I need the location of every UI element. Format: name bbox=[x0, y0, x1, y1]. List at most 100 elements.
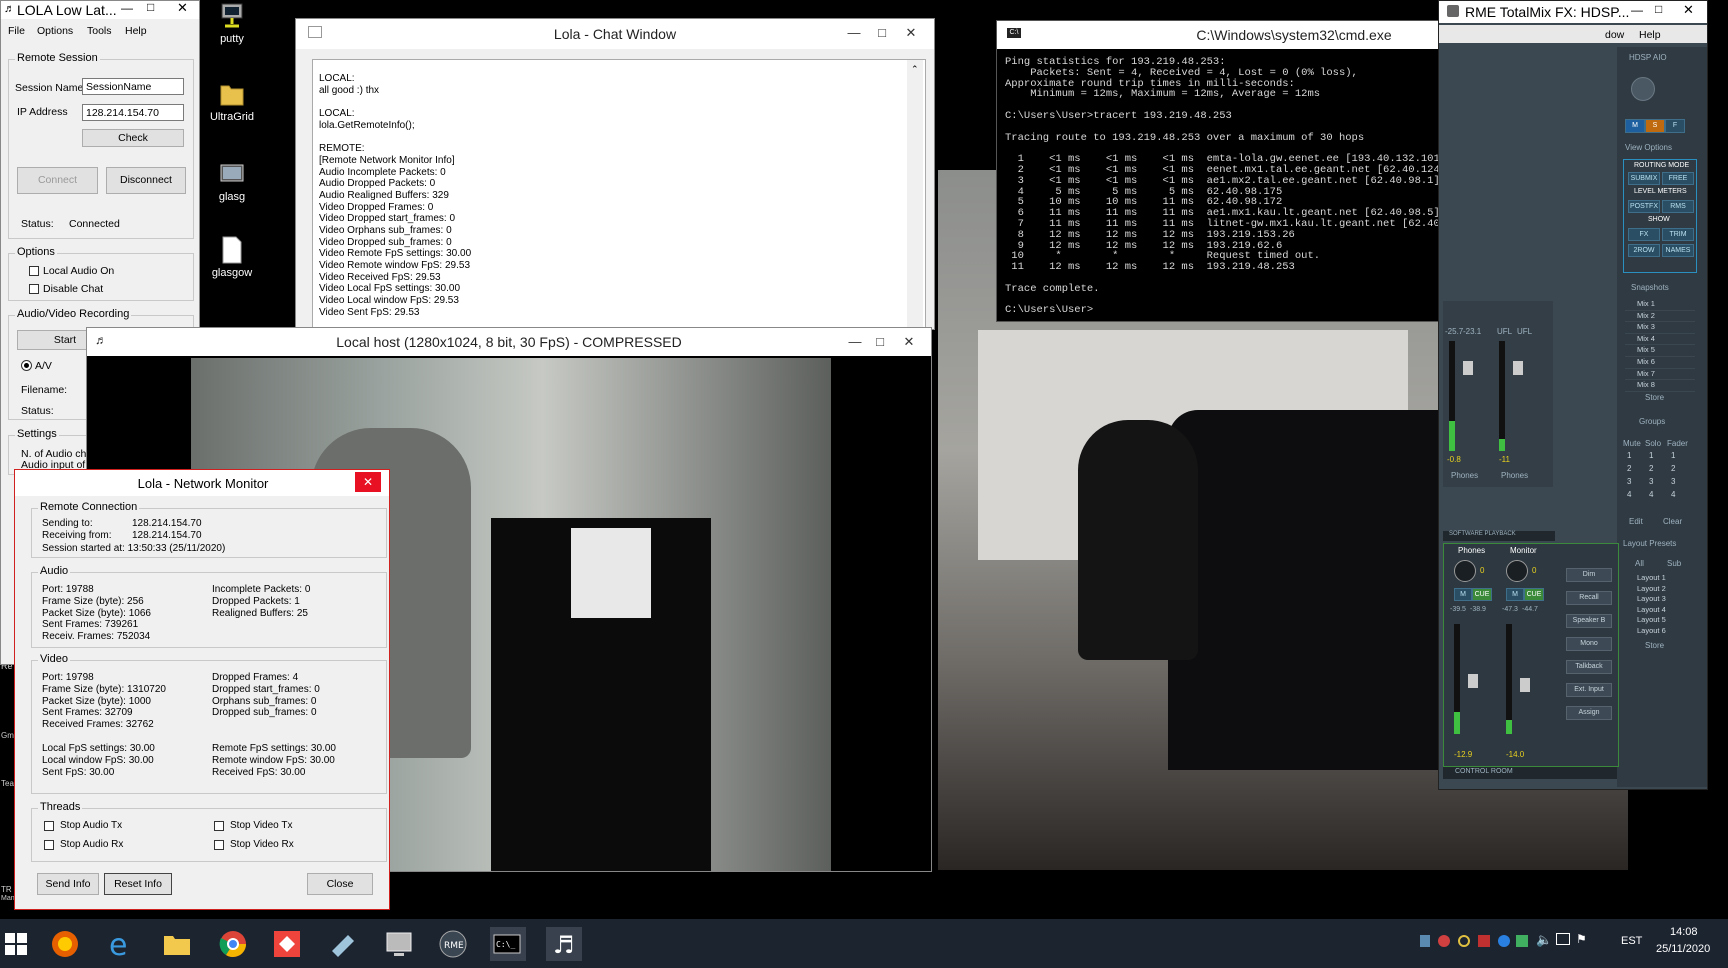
f-button[interactable]: F bbox=[1665, 119, 1685, 133]
group-cell[interactable]: 4 bbox=[1671, 490, 1675, 499]
tray-icon[interactable] bbox=[1458, 935, 1470, 947]
group-cell[interactable]: 2 bbox=[1671, 464, 1675, 473]
rme-app-icon[interactable]: RME bbox=[436, 927, 472, 961]
close-icon[interactable]: ✕ bbox=[895, 332, 923, 352]
names-button[interactable]: NAMES bbox=[1662, 244, 1694, 257]
disable-chat-checkbox[interactable] bbox=[29, 284, 39, 294]
group-cell[interactable]: 4 bbox=[1627, 490, 1631, 499]
group-cell[interactable]: 1 bbox=[1649, 451, 1653, 460]
snapshot-item[interactable]: Mix 2 bbox=[1625, 311, 1695, 323]
stop-audio-tx-checkbox[interactable] bbox=[44, 821, 54, 831]
internet-explorer-icon[interactable]: e bbox=[104, 927, 140, 963]
anydesk-icon[interactable] bbox=[270, 927, 306, 961]
snapshot-item[interactable]: Mix 1 bbox=[1625, 299, 1695, 311]
local-audio-checkbox[interactable] bbox=[29, 266, 39, 276]
network-icon[interactable] bbox=[1556, 933, 1570, 945]
m-button[interactable]: M bbox=[1454, 588, 1472, 601]
desktop-icon-ultragrid[interactable]: UltraGrid bbox=[207, 80, 257, 123]
snapshot-item[interactable]: Mix 3 bbox=[1625, 322, 1695, 334]
menu-file[interactable]: File bbox=[8, 25, 25, 37]
minimize-icon[interactable]: — bbox=[1631, 3, 1643, 17]
trim-button[interactable]: TRIM bbox=[1662, 228, 1694, 241]
rms-button[interactable]: RMS bbox=[1662, 200, 1694, 213]
channel-fader[interactable] bbox=[1513, 361, 1523, 375]
group-cell[interactable]: 1 bbox=[1627, 451, 1631, 460]
menu-help[interactable]: Help bbox=[1639, 29, 1661, 41]
s-button[interactable]: S bbox=[1645, 119, 1665, 133]
disconnect-button[interactable]: Disconnect bbox=[106, 167, 186, 194]
control-room-button[interactable]: Talkback bbox=[1566, 660, 1612, 674]
monitor-knob-icon[interactable] bbox=[1506, 560, 1528, 582]
stop-video-tx-checkbox[interactable] bbox=[214, 821, 224, 831]
fx-button[interactable]: FX bbox=[1628, 228, 1660, 241]
minimize-icon[interactable]: — bbox=[840, 23, 868, 43]
ip-address-input[interactable]: 128.214.154.70 bbox=[82, 104, 184, 121]
group-cell[interactable]: 3 bbox=[1671, 477, 1675, 486]
maximize-icon[interactable]: □ bbox=[868, 23, 896, 43]
group-cell[interactable]: 4 bbox=[1649, 490, 1653, 499]
free-button[interactable]: FREE bbox=[1662, 172, 1694, 185]
cue-button[interactable]: CUE bbox=[1524, 588, 1544, 601]
layout-item[interactable]: Layout 2 bbox=[1625, 584, 1695, 595]
flag-icon[interactable]: ⚑ bbox=[1576, 932, 1587, 946]
chrome-icon[interactable] bbox=[216, 927, 252, 961]
desktop-icon-glasgow[interactable]: glasgow bbox=[207, 236, 257, 279]
control-room-button[interactable]: Ext. Input bbox=[1566, 683, 1612, 697]
layout-presets-label[interactable]: Layout Presets bbox=[1623, 539, 1676, 548]
store-button[interactable]: Store bbox=[1645, 393, 1664, 402]
control-room-button[interactable]: Speaker B bbox=[1566, 614, 1612, 628]
maximize-icon[interactable]: □ bbox=[866, 332, 894, 352]
scrollbar[interactable]: ⌃ bbox=[907, 60, 923, 329]
av-radio[interactable] bbox=[21, 360, 32, 371]
output-fader[interactable] bbox=[1468, 674, 1478, 688]
channel-fader[interactable] bbox=[1463, 361, 1473, 375]
scroll-up-icon[interactable]: ⌃ bbox=[911, 64, 919, 75]
snapshot-item[interactable]: Mix 6 bbox=[1625, 357, 1695, 369]
group-cell[interactable]: 1 bbox=[1671, 451, 1675, 460]
group-cell[interactable]: 3 bbox=[1649, 477, 1653, 486]
tray-icon[interactable] bbox=[1516, 935, 1528, 947]
snapshot-item[interactable]: Mix 5 bbox=[1625, 345, 1695, 357]
close-icon[interactable]: ✕ bbox=[355, 472, 381, 492]
tray-icon[interactable] bbox=[1438, 935, 1450, 947]
firefox-icon[interactable] bbox=[48, 927, 84, 961]
chat-text-area[interactable]: LOCAL: all good :) thx LOCAL: lola.GetRemot… bbox=[312, 59, 926, 329]
groups-label[interactable]: Groups bbox=[1639, 417, 1665, 426]
volume-icon[interactable]: 🔈 bbox=[1536, 932, 1552, 948]
submix-button[interactable]: SUBMIX bbox=[1628, 172, 1660, 185]
desktop-icon-putty[interactable]: putty bbox=[207, 2, 257, 45]
file-explorer-icon[interactable] bbox=[160, 927, 196, 961]
control-room-button[interactable]: Recall bbox=[1566, 591, 1612, 605]
output-fader[interactable] bbox=[1520, 678, 1530, 692]
group-cell[interactable]: 3 bbox=[1627, 477, 1631, 486]
cue-button[interactable]: CUE bbox=[1472, 588, 1492, 601]
lola-app-icon[interactable]: ♬ bbox=[546, 927, 582, 961]
minimize-icon[interactable]: — bbox=[841, 332, 869, 352]
stop-audio-rx-checkbox[interactable] bbox=[44, 840, 54, 850]
clock-time[interactable]: 14:08 bbox=[1670, 926, 1698, 938]
sub-button[interactable]: Sub bbox=[1667, 559, 1681, 568]
minimize-icon[interactable]: — bbox=[121, 1, 133, 15]
tray-icon[interactable] bbox=[1498, 935, 1510, 947]
cmd-app-icon[interactable]: C:\_ bbox=[490, 927, 526, 961]
close-icon[interactable]: ✕ bbox=[897, 23, 925, 43]
layout-item[interactable]: Layout 1 bbox=[1625, 573, 1695, 584]
control-room-button[interactable]: Dim bbox=[1566, 568, 1612, 582]
menu-tools[interactable]: Tools bbox=[87, 25, 112, 37]
2row-button[interactable]: 2ROW bbox=[1628, 244, 1660, 257]
input-language[interactable]: EST bbox=[1621, 935, 1642, 947]
menu-window[interactable]: dow bbox=[1605, 29, 1624, 41]
windows-start-icon[interactable] bbox=[0, 927, 30, 961]
m-button[interactable]: M bbox=[1506, 588, 1524, 601]
control-room-button[interactable]: Mono bbox=[1566, 637, 1612, 651]
layout-item[interactable]: Layout 5 bbox=[1625, 615, 1695, 626]
stop-video-rx-checkbox[interactable] bbox=[214, 840, 224, 850]
snapshot-item[interactable]: Mix 7 bbox=[1625, 369, 1695, 381]
tray-icon[interactable] bbox=[1478, 935, 1490, 947]
group-cell[interactable]: 2 bbox=[1627, 464, 1631, 473]
group-cell[interactable]: 2 bbox=[1649, 464, 1653, 473]
check-button[interactable]: Check bbox=[82, 129, 184, 147]
clock-date[interactable]: 25/11/2020 bbox=[1656, 943, 1710, 955]
maximize-icon[interactable]: □ bbox=[147, 1, 154, 14]
layout-item[interactable]: Layout 3 bbox=[1625, 594, 1695, 605]
